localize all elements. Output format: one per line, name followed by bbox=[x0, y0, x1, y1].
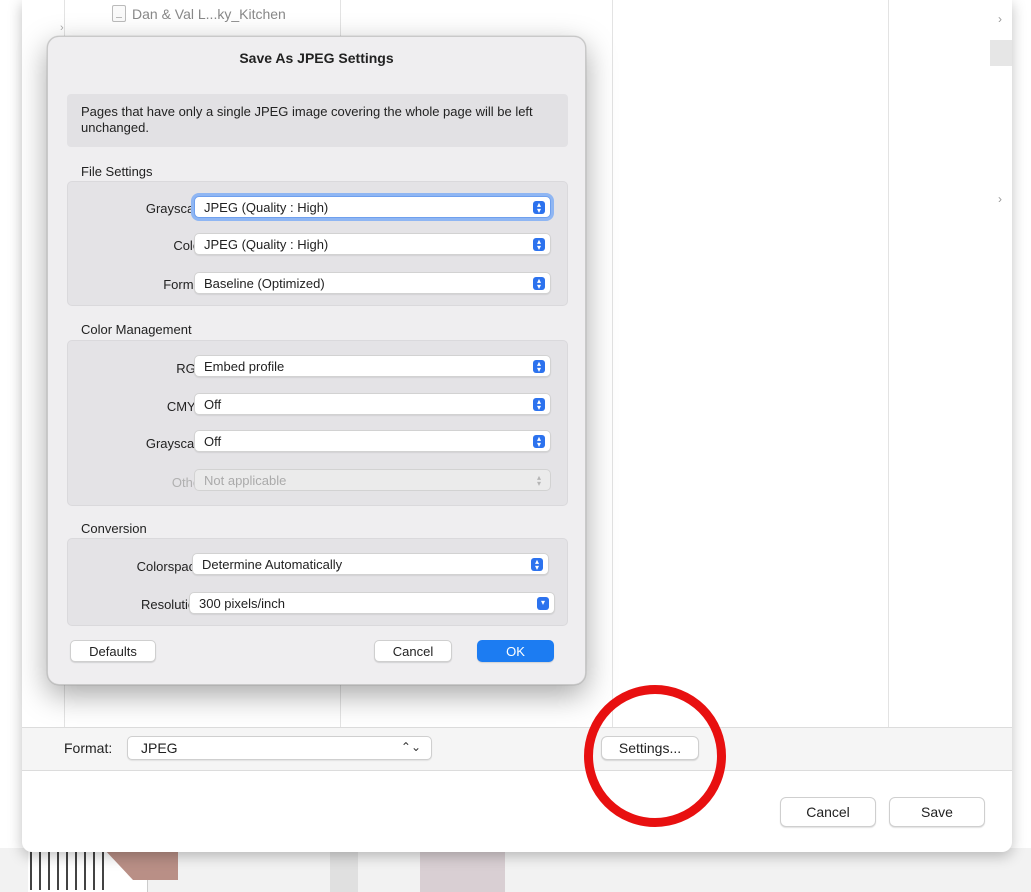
chevron-right-icon: › bbox=[998, 192, 1002, 206]
dialog-cancel-button[interactable]: Cancel bbox=[374, 640, 452, 662]
cm-grayscale-select[interactable]: Off ▴ ▾ bbox=[194, 430, 551, 452]
chevron-right-icon: › bbox=[998, 12, 1002, 26]
column-divider bbox=[888, 0, 889, 727]
file-settings-title: File Settings bbox=[81, 164, 153, 179]
cm-grayscale-label: Grayscale: bbox=[145, 436, 208, 451]
other-label: Other: bbox=[171, 475, 208, 490]
up-down-arrows-icon: ▴ ▾ bbox=[531, 558, 543, 572]
cmyk-value: Off bbox=[204, 397, 222, 412]
background-app-area bbox=[0, 848, 1031, 892]
up-down-arrows-icon: ▴ ▾ bbox=[533, 201, 545, 215]
cmyk-select[interactable]: Off ▴ ▾ bbox=[194, 393, 551, 415]
up-down-arrows-icon: ▴ ▾ bbox=[533, 238, 545, 252]
jpeg-format-value: Baseline (Optimized) bbox=[204, 276, 325, 291]
column-divider bbox=[612, 0, 613, 727]
defaults-button[interactable]: Defaults bbox=[70, 640, 156, 662]
resolution-label: Resolution: bbox=[140, 597, 206, 612]
up-down-arrows-icon: ▴ ▾ bbox=[536, 473, 541, 488]
colorspace-label: Colorspace: bbox=[136, 559, 206, 574]
grayscale-compression-select[interactable]: JPEG (Quality : High) ▴ ▾ bbox=[194, 196, 551, 218]
conversion-title: Conversion bbox=[81, 521, 147, 536]
cancel-button[interactable]: Cancel bbox=[780, 797, 876, 827]
info-message: Pages that have only a single JPEG image… bbox=[67, 94, 568, 147]
format-select[interactable]: JPEG ⌃⌄ bbox=[127, 736, 432, 760]
chevron-right-icon: › bbox=[60, 22, 64, 34]
document-icon bbox=[112, 5, 126, 22]
colorspace-select[interactable]: Determine Automatically ▴ ▾ bbox=[192, 553, 549, 575]
thumbnail-image bbox=[28, 848, 178, 892]
chevron-down-icon[interactable]: ▾ bbox=[537, 597, 549, 610]
jpeg-settings-dialog: Save As JPEG Settings Pages that have on… bbox=[47, 36, 586, 685]
highlight-circle bbox=[584, 685, 726, 827]
color-management-group: RGB: Embed profile ▴ ▾ CMYK: Off ▴ ▾ Grays… bbox=[67, 340, 568, 506]
rgb-label: RGB: bbox=[176, 361, 208, 376]
color-compression-value: JPEG (Quality : High) bbox=[204, 237, 329, 252]
color-compression-select[interactable]: JPEG (Quality : High) ▴ ▾ bbox=[194, 233, 551, 255]
save-button[interactable]: Save bbox=[889, 797, 985, 827]
grayscale-compression-value: JPEG (Quality : High) bbox=[204, 200, 329, 215]
up-down-arrows-icon: ▴ ▾ bbox=[533, 360, 545, 374]
cmyk-label: CMYK: bbox=[166, 399, 208, 414]
format-value: JPEG bbox=[141, 740, 178, 756]
grayscale-label: Grayscale: bbox=[145, 201, 208, 216]
selected-row-highlight bbox=[990, 40, 1012, 66]
rgb-value: Embed profile bbox=[204, 359, 285, 374]
file-settings-group: Grayscale: JPEG (Quality : High) ▴ ▾ Colo… bbox=[67, 181, 568, 306]
background-column bbox=[330, 848, 358, 892]
conversion-group: Colorspace: Determine Automatically ▴ ▾ R… bbox=[67, 538, 568, 626]
up-down-arrows-icon: ▴ ▾ bbox=[533, 435, 545, 449]
colorspace-value: Determine Automatically bbox=[202, 557, 343, 572]
resolution-combobox[interactable]: 300 pixels/inch ▾ bbox=[189, 592, 555, 614]
up-down-arrows-icon: ▴ ▾ bbox=[533, 277, 545, 291]
up-down-arrows-icon: ▴ ▾ bbox=[533, 398, 545, 412]
cm-grayscale-value: Off bbox=[204, 434, 222, 449]
other-value: Not applicable bbox=[204, 473, 287, 488]
dialog-title: Save As JPEG Settings bbox=[239, 50, 394, 66]
file-item[interactable]: Dan & Val L...ky_Kitchen bbox=[112, 5, 286, 22]
other-select: Not applicable ▴ ▾ bbox=[194, 469, 551, 491]
jpeg-format-select[interactable]: Baseline (Optimized) ▴ ▾ bbox=[194, 272, 551, 294]
color-management-title: Color Management bbox=[81, 322, 192, 337]
format-label: Format: bbox=[64, 740, 113, 756]
format-label: Format: bbox=[163, 277, 208, 292]
rgb-select[interactable]: Embed profile ▴ ▾ bbox=[194, 355, 551, 377]
ok-button[interactable]: OK bbox=[477, 640, 554, 662]
background-thumbnail bbox=[420, 848, 505, 892]
up-down-arrows-icon: ⌃⌄ bbox=[400, 740, 421, 754]
format-bar: Format: JPEG ⌃⌄ Settings... bbox=[22, 727, 1012, 771]
resolution-value: 300 pixels/inch bbox=[199, 596, 285, 611]
color-label: Color: bbox=[173, 238, 208, 253]
file-name: Dan & Val L...ky_Kitchen bbox=[132, 5, 286, 22]
